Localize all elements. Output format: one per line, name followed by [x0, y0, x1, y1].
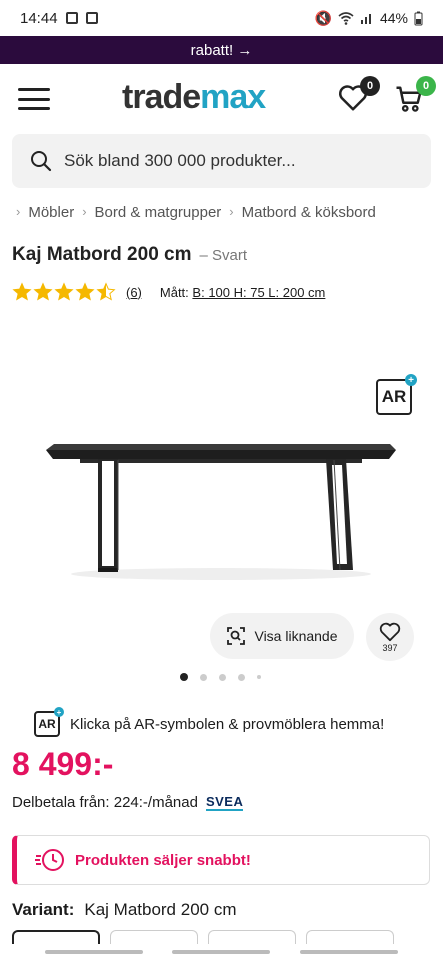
gallery-dot[interactable] [200, 673, 207, 681]
dimensions-label: Mått: [159, 284, 189, 300]
status-time: 14:44 [20, 9, 58, 27]
ar-label: AR [381, 387, 407, 406]
chevron-right-icon: › [229, 204, 234, 219]
star-icon [75, 282, 95, 301]
alert-text: Produkten säljer snabbt! [75, 851, 251, 869]
dimensions-value[interactable]: B: 100 H: 75 L: 200 cm [192, 285, 325, 300]
rating-row: (6) Mått: B: 100 H: 75 L: 200 cm [12, 282, 325, 302]
variant-option[interactable] [12, 930, 100, 944]
wifi-icon [338, 12, 354, 25]
status-bar: 14:44 🔇 44% [0, 0, 443, 36]
search-placeholder: Sök bland 300 000 produkter... [64, 151, 296, 170]
star-icon [96, 282, 116, 301]
battery-level: 44% [379, 10, 408, 26]
ar-hint[interactable]: AR + Klicka på AR-symbolen & provmöblera… [34, 707, 385, 737]
variant-option[interactable] [208, 930, 296, 944]
dimensions: Mått: B: 100 H: 75 L: 200 cm [160, 285, 326, 300]
svea-logo: SVEA [205, 794, 244, 811]
chevron-right-icon: › [16, 204, 21, 219]
star-icon [12, 282, 32, 301]
breadcrumb-item-matbord[interactable]: Matbord & köksbord [242, 204, 376, 221]
product-price: 8 499:- [12, 746, 114, 782]
promo-banner[interactable]: rabatt! → [0, 36, 443, 64]
cart-button[interactable]: 0 [394, 76, 436, 116]
trademax-logo[interactable]: trademax [122, 78, 266, 117]
star-rating[interactable] [12, 282, 116, 302]
wishlist-count-badge: 0 [360, 76, 380, 96]
nav-handle[interactable] [44, 950, 143, 954]
visual-search-icon [227, 627, 246, 645]
favorite-button[interactable]: 397 [366, 613, 414, 661]
mute-icon: 🔇 [314, 9, 332, 26]
chevron-right-icon: › [82, 204, 87, 219]
plus-icon: + [405, 374, 417, 386]
gallery-dot[interactable] [180, 673, 188, 681]
selling-fast-alert: Produkten säljer snabbt! [12, 835, 430, 885]
search-icon [31, 151, 52, 172]
product-color: – Svart [199, 247, 248, 264]
variant-options [12, 930, 443, 944]
variant-label: Variant: [12, 900, 75, 919]
nav-handle[interactable] [300, 950, 399, 954]
menu-icon[interactable] [18, 88, 50, 110]
star-icon [33, 282, 53, 301]
ar-icon: AR + [34, 707, 64, 737]
installment-text: Delbetala från: 224:-/månad [12, 794, 198, 811]
wishlist-button[interactable]: 0 [338, 76, 380, 116]
site-header: trademax 0 0 [0, 64, 443, 134]
variant-option[interactable] [306, 930, 394, 944]
review-count[interactable]: (6) [126, 285, 142, 300]
search-input[interactable]: Sök bland 300 000 produkter... [12, 134, 431, 188]
gallery-dot[interactable] [219, 673, 226, 681]
variant-option[interactable] [110, 930, 198, 944]
variant-row: Variant: Kaj Matbord 200 cm [12, 900, 237, 920]
system-nav-bar [0, 944, 443, 960]
battery-icon [414, 11, 423, 25]
installment-info: Delbetala från: 224:-/månad SVEA [12, 794, 244, 811]
product-title-row: Kaj Matbord 200 cm – Svart [12, 244, 247, 266]
cart-count-badge: 0 [416, 76, 436, 96]
gallery-dot[interactable] [257, 675, 261, 679]
timer-icon [35, 849, 64, 871]
gallery-dot[interactable] [238, 673, 245, 681]
heart-icon [379, 622, 401, 641]
product-title: Kaj Matbord 200 cm [12, 244, 192, 265]
gallery-notification-icon [65, 12, 78, 24]
breadcrumb-item-mobler[interactable]: Möbler [28, 204, 74, 221]
download-notification-icon [85, 12, 98, 24]
ar-hint-text: Klicka på AR-symbolen & provmöblera hemm… [70, 715, 385, 733]
show-similar-label: Visa liknande [254, 628, 338, 644]
promo-text: rabatt! → [190, 41, 253, 59]
variant-value: Kaj Matbord 200 cm [84, 900, 237, 919]
gallery-pagination[interactable] [180, 673, 261, 681]
breadcrumb: › Möbler › Bord & matgrupper › Matbord &… [16, 204, 376, 221]
nav-handle[interactable] [172, 950, 271, 954]
show-similar-button[interactable]: Visa liknande [210, 613, 354, 659]
product-image[interactable] [40, 420, 402, 590]
ar-button[interactable]: AR + [376, 374, 417, 415]
signal-icon [360, 14, 371, 24]
star-icon [54, 282, 74, 301]
favorite-count: 397 [382, 642, 398, 653]
breadcrumb-item-bord[interactable]: Bord & matgrupper [95, 204, 222, 221]
